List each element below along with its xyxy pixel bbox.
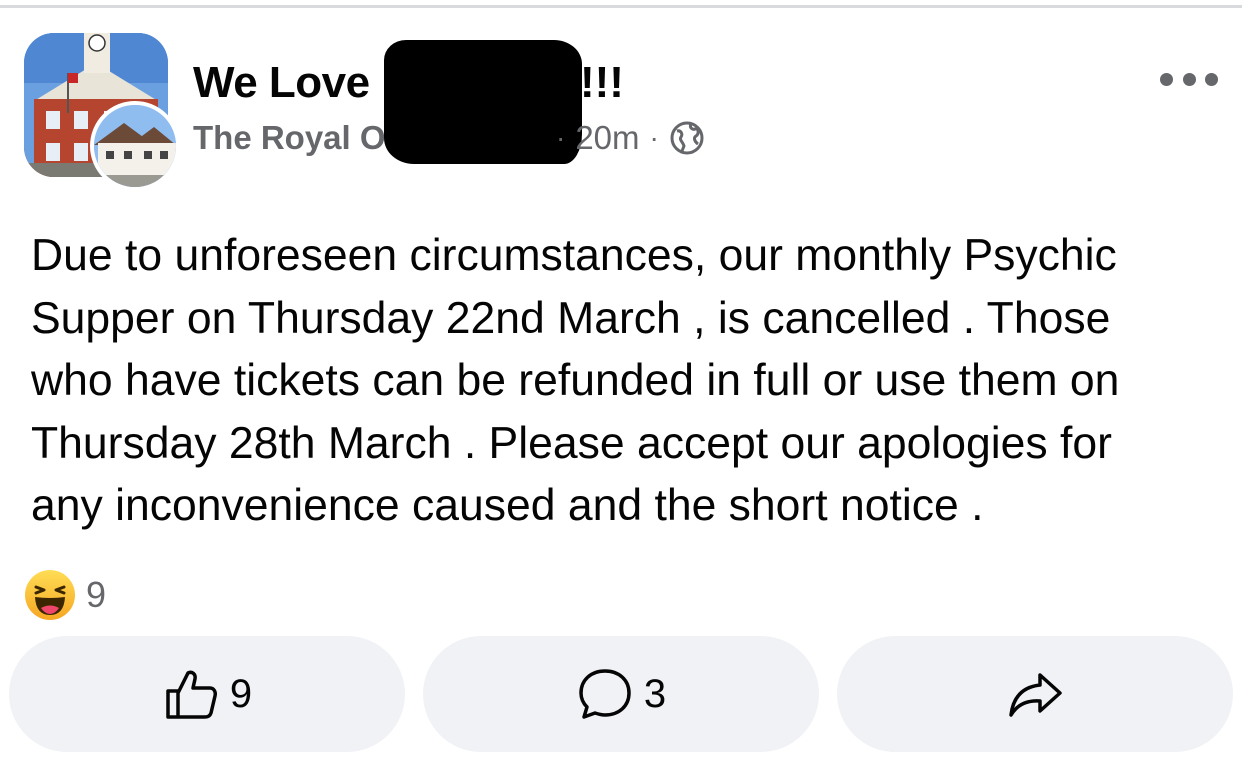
redaction-mark xyxy=(384,40,582,164)
more-horizontal-icon xyxy=(1205,72,1218,86)
group-name[interactable]: We Love xyxy=(193,58,370,108)
post-card: We Love !!! The Royal Oak · 20m · Due to… xyxy=(0,0,1242,767)
haha-reaction-icon xyxy=(25,570,75,620)
post-body: Due to unforeseen circumstances, our mon… xyxy=(31,231,1120,530)
reaction-count: 9 xyxy=(86,574,107,615)
comment-count: 3 xyxy=(643,671,667,716)
share-button[interactable] xyxy=(837,636,1233,752)
page-avatar[interactable] xyxy=(90,101,180,191)
post-meta: · 20m · xyxy=(556,116,705,160)
more-horizontal-icon xyxy=(1160,72,1173,86)
share-icon xyxy=(1009,673,1062,717)
like-button[interactable]: 9 xyxy=(9,636,405,752)
meta-separator: · xyxy=(649,122,659,153)
meta-separator: · xyxy=(556,122,566,153)
group-name-tail[interactable]: !!! xyxy=(580,58,624,108)
comment-button[interactable]: 3 xyxy=(423,636,819,752)
post-time[interactable]: 20m xyxy=(575,119,639,157)
top-divider xyxy=(0,5,1242,8)
more-horizontal-icon xyxy=(1182,72,1196,86)
more-options-button[interactable] xyxy=(1156,62,1222,96)
like-count: 9 xyxy=(229,671,253,716)
thumbs-up-icon xyxy=(166,670,217,719)
avatar-group[interactable] xyxy=(24,33,180,191)
reaction-summary[interactable]: 9 xyxy=(24,568,106,622)
globe-icon xyxy=(670,121,704,155)
comment-icon xyxy=(579,669,631,719)
